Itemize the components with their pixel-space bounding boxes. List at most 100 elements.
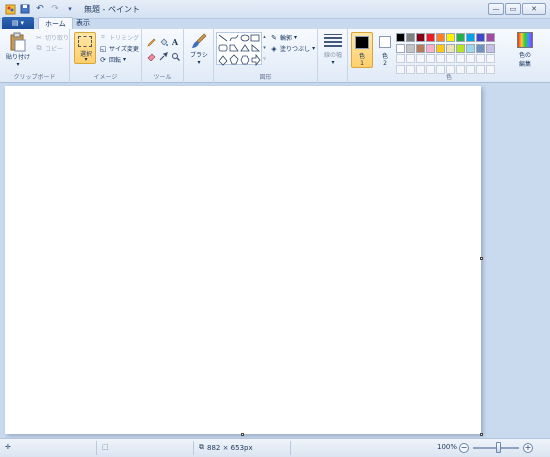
palette-color-swatch[interactable] <box>466 43 475 53</box>
color1-number: 1 <box>360 60 364 67</box>
rainbow-icon <box>517 32 533 48</box>
palette-color-swatch[interactable] <box>446 43 455 53</box>
minimize-button[interactable]: — <box>488 3 504 15</box>
chevron-down-icon: ▾ <box>84 56 88 63</box>
crop-button[interactable]: ⌗ トリミング <box>99 33 139 42</box>
palette-color-swatch[interactable] <box>476 43 485 53</box>
palette-color-swatch[interactable] <box>476 33 485 42</box>
color2-number: 2 <box>383 60 387 67</box>
palette-custom-slot[interactable] <box>416 54 425 63</box>
tab-home[interactable]: ホーム <box>38 17 73 29</box>
clipboard-group: 貼り付け ▾ ✂ 切り取り ⧉ コピー クリップボード <box>0 29 70 83</box>
resize-handle-corner[interactable] <box>480 433 483 436</box>
rotate-button[interactable]: ⟳ 回転 ▾ <box>99 55 127 65</box>
palette-color-swatch[interactable] <box>446 33 455 42</box>
zoom-slider-thumb[interactable] <box>496 442 501 453</box>
status-bar: ✛ ⬚ ⧉ 882 × 653px 100% − + <box>0 438 550 457</box>
tools-group: A ツール <box>142 29 184 83</box>
palette-color-swatch[interactable] <box>416 43 425 53</box>
palette-custom-slot[interactable] <box>436 54 445 63</box>
palette-custom-slot[interactable] <box>466 54 475 63</box>
zoom-level: 100% <box>437 443 458 451</box>
color2-button[interactable]: 色 2 <box>375 32 395 68</box>
fill-button[interactable]: ◈ 塗りつぶし ▾ <box>270 44 316 54</box>
resize-handle-right[interactable] <box>480 257 483 260</box>
select-button[interactable]: 選択 ▾ <box>74 32 96 64</box>
palette-custom-slot[interactable] <box>396 54 405 63</box>
palette-color-swatch[interactable] <box>396 43 405 53</box>
brushes-label: ブラシ <box>190 52 208 59</box>
palette-custom-slot[interactable] <box>446 54 455 63</box>
chevron-down-icon: ▾ <box>197 59 201 66</box>
chevron-down-icon: ▾ <box>331 59 335 66</box>
shapes-group: ▴ ▾ ▿ ✎ 輪郭 ▾ ◈ 塗りつぶし ▾ 図形 <box>214 29 318 83</box>
image-group-label: イメージ <box>93 74 118 81</box>
redo-icon[interactable]: ↷ <box>49 3 61 15</box>
edit-colors-button[interactable]: 色の 編集 <box>513 32 537 68</box>
outline-button[interactable]: ✎ 輪郭 ▾ <box>270 33 297 43</box>
eraser-icon[interactable] <box>146 51 156 61</box>
undo-icon[interactable]: ↶ <box>34 3 46 15</box>
brushes-button[interactable]: ブラシ ▾ <box>187 32 211 66</box>
zoom-out-button[interactable]: − <box>459 443 469 453</box>
pencil-icon[interactable] <box>146 37 156 47</box>
palette-custom-slot[interactable] <box>476 54 485 63</box>
menu-icon: ▤ <box>11 19 19 27</box>
palette-color-swatch[interactable] <box>426 33 435 42</box>
palette-color-swatch[interactable] <box>466 33 475 42</box>
close-button[interactable]: ✕ <box>522 3 546 15</box>
rotate-icon: ⟳ <box>100 55 106 64</box>
palette-custom-slot[interactable] <box>456 54 465 63</box>
palette-color-swatch[interactable] <box>406 33 415 42</box>
ribbon: 貼り付け ▾ ✂ 切り取り ⧉ コピー クリップボード 選択 ▾ ⌗ トリミング… <box>0 29 550 83</box>
palette-color-swatch[interactable] <box>486 33 495 42</box>
image-group: 選択 ▾ ⌗ トリミング ◱ サイズ変更 ⟳ 回転 ▾ イメージ <box>70 29 142 83</box>
zoom-in-button[interactable]: + <box>523 443 533 453</box>
palette-color-swatch[interactable] <box>436 43 445 53</box>
selection-icon <box>78 36 92 47</box>
text-tool-icon[interactable]: A <box>170 37 180 47</box>
palette-color-swatch[interactable] <box>436 33 445 42</box>
shapes-scroll[interactable]: ▴ ▾ ▿ <box>262 32 267 65</box>
edit-colors-label-1: 色の <box>518 52 531 59</box>
canvas-size-indicator: ⧉ 882 × 653px <box>199 443 253 452</box>
paint-app-icon <box>4 3 16 15</box>
palette-color-swatch[interactable] <box>426 43 435 53</box>
drawing-canvas[interactable] <box>5 86 481 434</box>
canvas-size-text: 882 × 653px <box>207 443 253 452</box>
resize-handle-bottom[interactable] <box>241 433 244 436</box>
fill-bucket-icon[interactable] <box>158 37 168 47</box>
palette-custom-slot[interactable] <box>426 54 435 63</box>
palette-color-swatch[interactable] <box>456 33 465 42</box>
divider <box>193 441 194 455</box>
color1-button[interactable]: 色 1 <box>351 32 373 68</box>
brushes-group: ブラシ ▾ <box>184 29 214 83</box>
save-icon[interactable] <box>19 3 31 15</box>
palette-color-swatch[interactable] <box>486 43 495 53</box>
crop-icon: ⌗ <box>101 33 105 41</box>
paint-menu-button[interactable]: ▤ ▾ <box>2 17 34 29</box>
chevron-down-icon: ▾ <box>123 56 127 63</box>
outline-icon: ✎ <box>271 33 277 42</box>
chevron-down-icon: ▾ <box>312 45 316 52</box>
copy-button[interactable]: ⧉ コピー <box>35 44 64 53</box>
palette-color-swatch[interactable] <box>396 33 405 42</box>
resize-button[interactable]: ◱ サイズ変更 <box>99 44 139 54</box>
ribbon-tabs: ▤ ▾ ホーム 表示 <box>0 16 550 29</box>
brush-icon <box>190 32 208 50</box>
palette-custom-slot[interactable] <box>486 54 495 63</box>
magnifier-icon[interactable] <box>170 51 180 61</box>
customize-icon[interactable]: ▾ <box>64 3 76 15</box>
outline-label: 輪郭 <box>280 35 293 42</box>
maximize-button[interactable]: ▭ <box>505 3 521 15</box>
color-picker-icon[interactable] <box>158 51 168 61</box>
palette-color-swatch[interactable] <box>406 43 415 53</box>
cut-button[interactable]: ✂ 切り取り <box>35 33 69 43</box>
palette-custom-slot[interactable] <box>406 54 415 63</box>
tab-view[interactable]: 表示 <box>70 17 96 29</box>
paste-button[interactable]: 貼り付け ▾ <box>5 32 31 68</box>
size-button[interactable]: 線の幅 ▾ <box>321 33 345 66</box>
palette-color-swatch[interactable] <box>456 43 465 53</box>
color1-swatch <box>355 36 369 49</box>
palette-color-swatch[interactable] <box>416 33 425 42</box>
